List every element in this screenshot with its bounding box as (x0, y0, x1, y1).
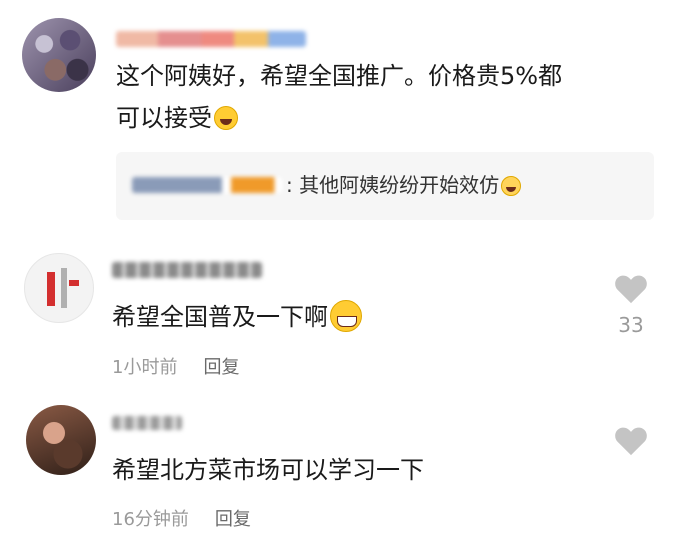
comment-text: 可以接受 (116, 104, 212, 132)
reply-button[interactable]: 回复 (215, 509, 251, 530)
grinning-emoji-icon (330, 300, 362, 332)
comment-text: 希望全国普及一下啊 (112, 303, 328, 331)
nested-reply[interactable]: : 其他阿姨纷纷开始效仿 (116, 152, 654, 220)
timestamp: 1小时前 (112, 357, 178, 378)
comment-meta: 16分钟前 回复 (112, 505, 251, 531)
reply-usernames-blurred[interactable] (132, 177, 282, 193)
heart-icon (615, 427, 647, 456)
reply-button[interactable]: 回复 (203, 357, 239, 378)
like-count: 33 (618, 313, 644, 337)
comment-text-line2: 可以接受 (116, 97, 238, 139)
heart-icon (615, 275, 647, 304)
laughing-emoji-icon (214, 106, 238, 130)
comment-text: 希望北方菜市场可以学习一下 (112, 456, 424, 484)
reply-text: : 其他阿姨纷纷开始效仿 (286, 173, 500, 197)
like-button[interactable] (614, 273, 648, 305)
like-button[interactable] (614, 425, 648, 457)
comment-meta: 1小时前 回复 (112, 353, 239, 379)
comment-text-container: 希望全国普及一下啊 (112, 296, 362, 338)
comment-text-line1: 这个阿姨好，希望全国推广。价格贵5%都 (116, 62, 563, 90)
avatar[interactable] (26, 405, 96, 475)
username-blurred[interactable] (112, 416, 182, 430)
username-blurred[interactable] (116, 31, 306, 47)
reply-text-container: : 其他阿姨纷纷开始效仿 (286, 166, 522, 204)
avatar[interactable] (22, 18, 96, 92)
avatar[interactable] (24, 253, 94, 323)
timestamp: 16分钟前 (112, 509, 189, 530)
thinking-emoji-icon (501, 176, 522, 196)
username-blurred[interactable] (112, 262, 262, 278)
